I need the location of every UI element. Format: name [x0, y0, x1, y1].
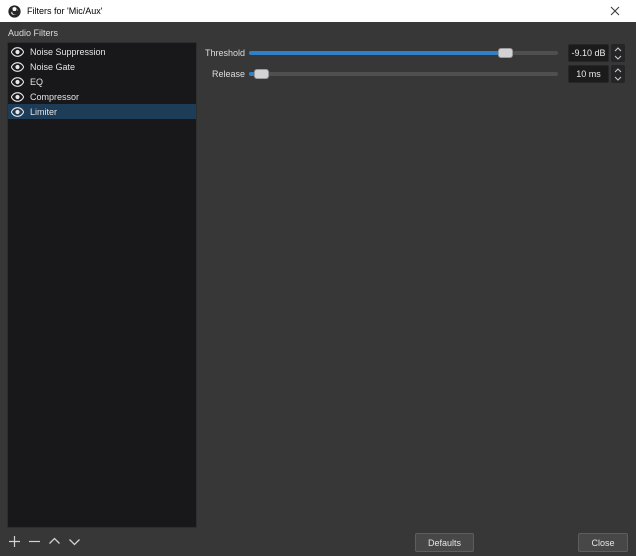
threshold-value-field[interactable]: -9.10 dB	[568, 44, 609, 62]
slider-fill	[249, 51, 505, 55]
chevron-up-icon	[614, 68, 622, 73]
slider-handle[interactable]	[254, 69, 269, 79]
slider-handle[interactable]	[498, 48, 513, 58]
titlebar: Filters for 'Mic/Aux'	[0, 0, 636, 22]
release-spinner	[611, 65, 625, 83]
visibility-eye-icon[interactable]	[11, 47, 24, 57]
remove-filter-button[interactable]	[28, 535, 41, 548]
filter-list-toolbar	[8, 532, 81, 550]
spin-up-button[interactable]	[614, 66, 622, 74]
defaults-button[interactable]: Defaults	[415, 533, 474, 552]
filter-item-compressor[interactable]: Compressor	[8, 89, 196, 104]
filter-list[interactable]: Noise Suppression Noise Gate EQ Compress…	[7, 42, 197, 528]
filter-item-limiter[interactable]: Limiter	[8, 104, 196, 119]
filter-item-eq[interactable]: EQ	[8, 74, 196, 89]
filters-dialog: { "window": { "title": "Filters for 'Mic…	[0, 0, 636, 556]
chevron-down-icon	[614, 55, 622, 60]
audio-filters-heading: Audio Filters	[8, 28, 58, 38]
filter-item-noise-gate[interactable]: Noise Gate	[8, 59, 196, 74]
threshold-slider[interactable]	[249, 44, 558, 62]
close-button[interactable]: Close	[578, 533, 628, 552]
window-close-button[interactable]	[594, 0, 636, 22]
obs-logo-icon	[8, 5, 21, 18]
chevron-up-icon	[48, 535, 61, 548]
chevron-down-icon	[614, 76, 622, 81]
visibility-eye-icon[interactable]	[11, 107, 24, 117]
threshold-spinner	[611, 44, 625, 62]
move-filter-up-button[interactable]	[48, 535, 61, 548]
filter-item-label: Compressor	[30, 92, 79, 102]
filter-item-label: Limiter	[30, 107, 57, 117]
release-value-field[interactable]: 10 ms	[568, 65, 609, 83]
threshold-value: -9.10 dB	[571, 48, 605, 58]
release-slider[interactable]	[249, 65, 558, 83]
spin-down-button[interactable]	[614, 53, 622, 61]
filter-item-noise-suppression[interactable]: Noise Suppression	[8, 44, 196, 59]
release-label: Release	[198, 69, 245, 79]
plus-icon	[8, 535, 21, 548]
filter-item-label: Noise Gate	[30, 62, 75, 72]
filter-item-label: EQ	[30, 77, 43, 87]
minus-icon	[28, 535, 41, 548]
spin-up-button[interactable]	[614, 45, 622, 53]
visibility-eye-icon[interactable]	[11, 92, 24, 102]
add-filter-button[interactable]	[8, 535, 21, 548]
visibility-eye-icon[interactable]	[11, 62, 24, 72]
slider-track[interactable]	[249, 72, 558, 76]
window-title: Filters for 'Mic/Aux'	[27, 6, 102, 16]
threshold-row: Threshold -9.10 dB	[198, 44, 630, 62]
close-icon	[610, 6, 620, 16]
release-value: 10 ms	[576, 69, 601, 79]
threshold-label: Threshold	[198, 48, 245, 58]
chevron-down-icon	[68, 535, 81, 548]
chevron-up-icon	[614, 47, 622, 52]
release-row: Release 10 ms	[198, 65, 630, 83]
visibility-eye-icon[interactable]	[11, 77, 24, 87]
move-filter-down-button[interactable]	[68, 535, 81, 548]
spin-down-button[interactable]	[614, 74, 622, 82]
filter-item-label: Noise Suppression	[30, 47, 106, 57]
